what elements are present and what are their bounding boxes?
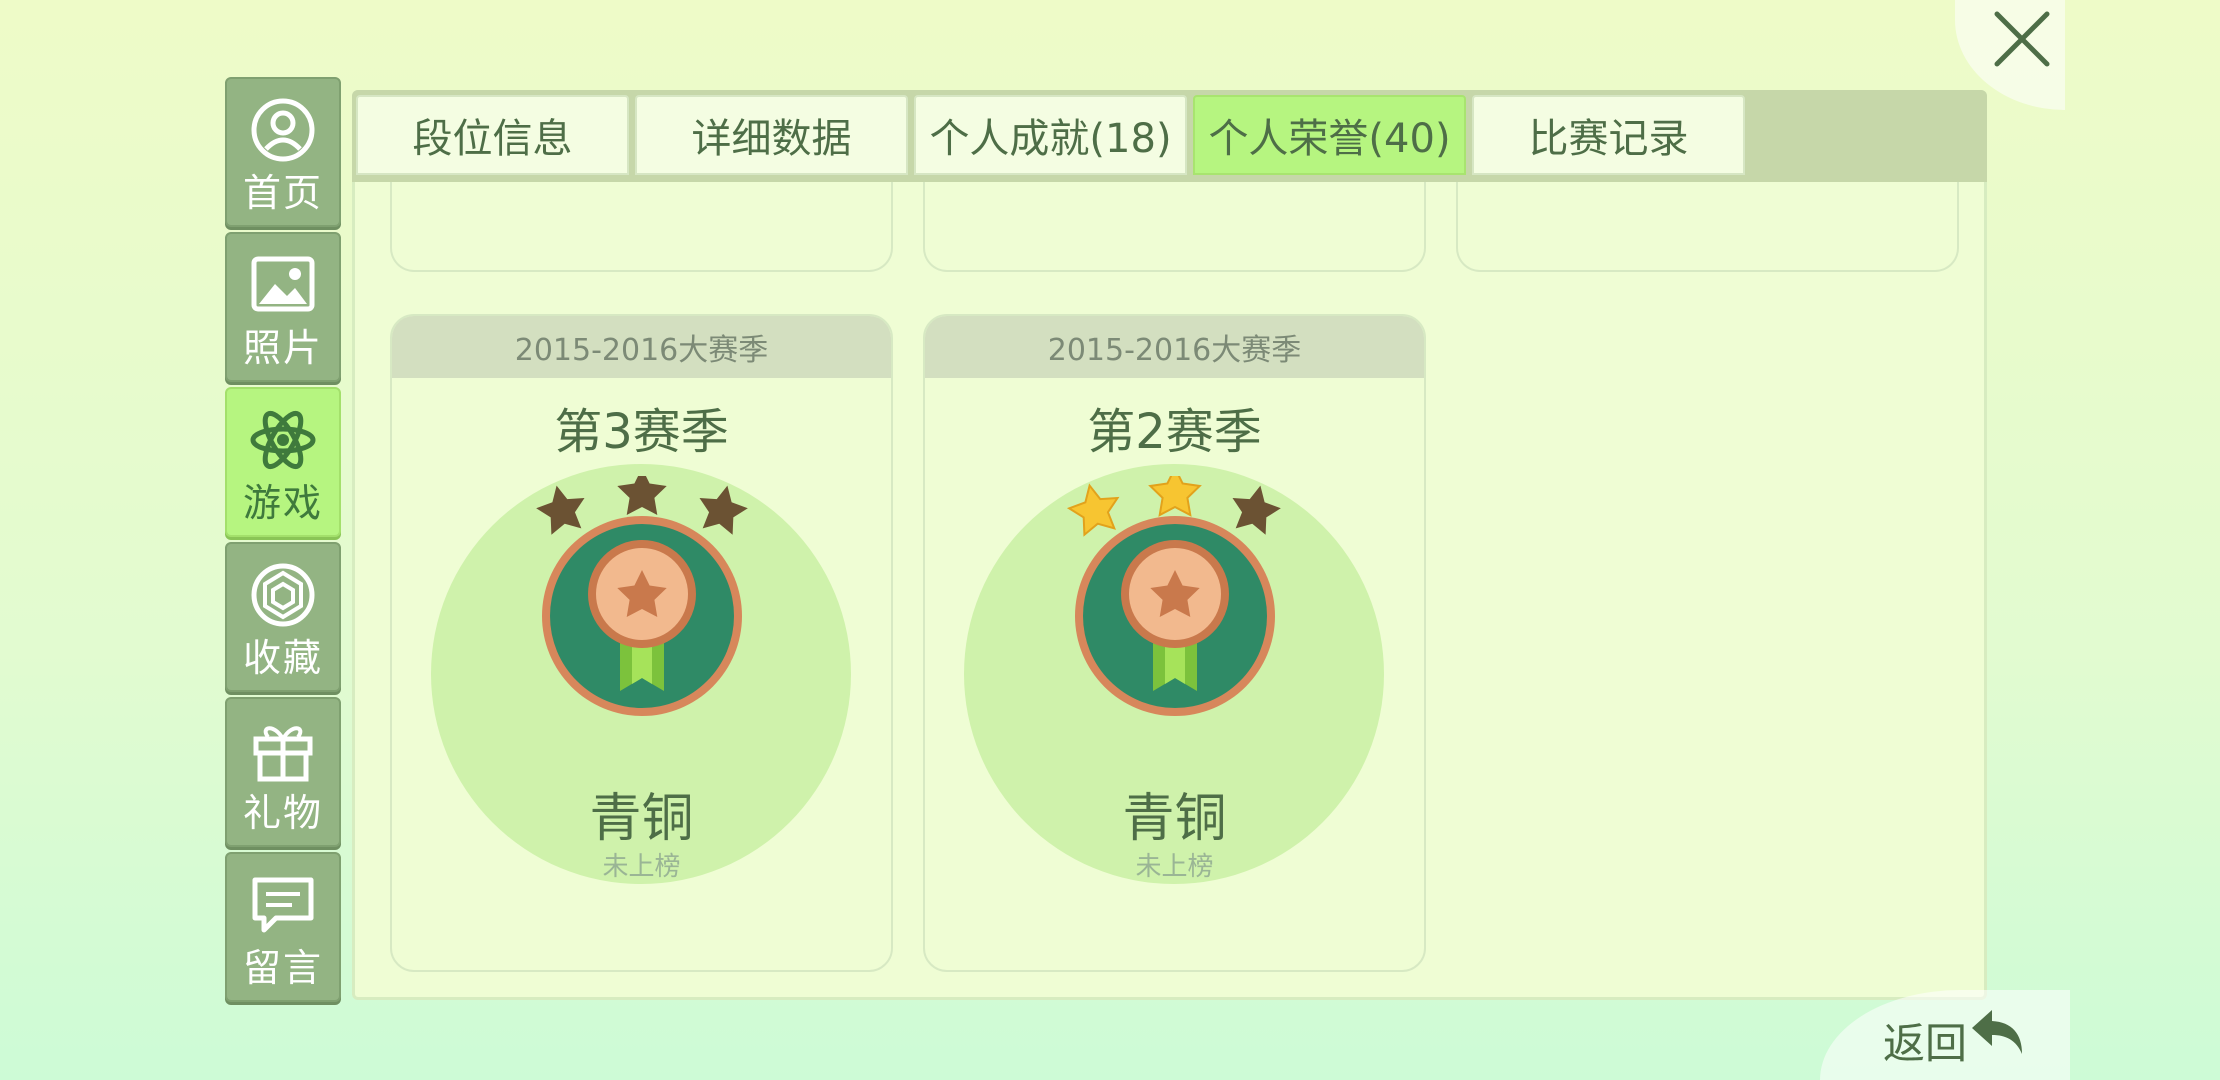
sidebar-item-label: 游戏 [242, 481, 323, 525]
collection-icon [248, 560, 318, 630]
sidebar-item-label: 礼物 [242, 791, 323, 835]
sidebar-item-home[interactable]: 首页 [225, 77, 341, 227]
atom-icon [248, 405, 318, 475]
sidebar-item-label: 首页 [242, 171, 323, 215]
honor-card[interactable] [923, 182, 1426, 272]
sidebar-item-favorites[interactable]: 收藏 [225, 542, 341, 692]
rank-status: 未上榜 [1135, 852, 1214, 882]
tab-achievements[interactable]: 个人成就(18) [914, 95, 1187, 175]
tab-rank-info[interactable]: 段位信息 [356, 95, 629, 175]
star-icon [1066, 483, 1120, 537]
honor-card[interactable]: 2015-2016大赛季 第2赛季 青铜 未上榜 [923, 314, 1426, 972]
star-icon [617, 476, 667, 515]
tab-match-records[interactable]: 比赛记录 [1472, 95, 1745, 175]
rank-status: 未上榜 [602, 852, 681, 882]
sidebar-item-label: 收藏 [242, 636, 323, 680]
sidebar-item-photos[interactable]: 照片 [225, 232, 341, 382]
season-title: 第3赛季 [554, 404, 729, 460]
image-icon [248, 250, 318, 320]
profile-icon [248, 95, 318, 165]
medal-icon [1066, 476, 1281, 716]
star-icon [1232, 485, 1281, 535]
gift-icon [248, 715, 318, 785]
honor-card[interactable] [1456, 182, 1959, 272]
sidebar-item-label: 留言 [242, 946, 323, 990]
star-icon [1148, 476, 1202, 517]
sidebar-item-label: 照片 [242, 326, 323, 370]
back-arrow-icon [1972, 1010, 2022, 1054]
star-icon [699, 485, 748, 535]
tab-detailed-data[interactable]: 详细数据 [635, 95, 908, 175]
season-title: 第2赛季 [1087, 404, 1262, 460]
star-icon [536, 485, 585, 535]
rank-name: 青铜 [589, 789, 694, 849]
rank-name: 青铜 [1122, 789, 1227, 849]
message-icon [248, 870, 318, 940]
honor-card[interactable]: 2015-2016大赛季 第3赛季 青铜 未上榜 [390, 314, 893, 972]
close-icon [1994, 11, 2050, 67]
back-label: 返回 [1883, 1019, 1968, 1068]
back-button[interactable]: 返回 [1820, 990, 2070, 1080]
season-range: 2015-2016大赛季 [392, 316, 891, 378]
honor-card[interactable] [390, 182, 893, 272]
sidebar-item-gifts[interactable]: 礼物 [225, 697, 341, 847]
season-range: 2015-2016大赛季 [925, 316, 1424, 378]
medal-icon [536, 476, 748, 716]
sidebar-item-messages[interactable]: 留言 [225, 852, 341, 1002]
tab-honors[interactable]: 个人荣誉(40) [1193, 95, 1466, 175]
sidebar-item-games[interactable]: 游戏 [225, 387, 341, 537]
